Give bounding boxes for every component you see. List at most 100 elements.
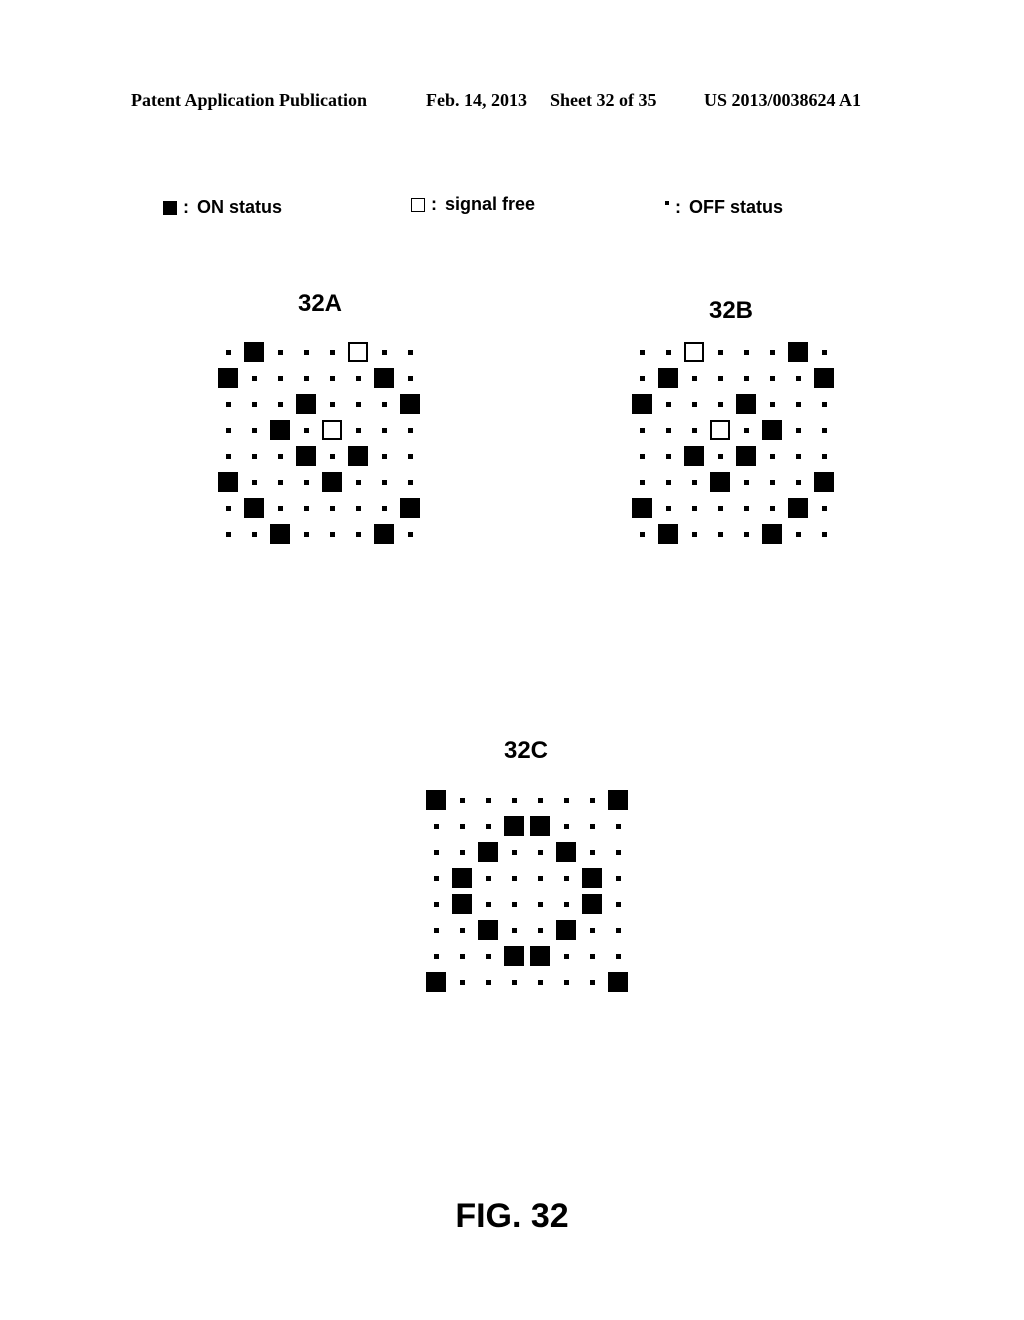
off-status-icon <box>381 401 387 407</box>
legend-item-free: : signal free <box>411 194 535 215</box>
grid-cell <box>397 365 423 391</box>
grid-cell <box>579 787 605 813</box>
grid-cell <box>449 943 475 969</box>
grid-cell <box>759 521 785 547</box>
on-status-icon <box>478 920 498 940</box>
grid-cell <box>811 391 837 417</box>
grid-cell <box>293 521 319 547</box>
grid-cell <box>759 443 785 469</box>
off-status-icon <box>821 505 827 511</box>
grid-cell <box>475 839 501 865</box>
signal-free-icon <box>684 342 704 362</box>
legend-item-on: : ON status <box>163 197 282 218</box>
grid-title-32a: 32A <box>297 290 343 317</box>
signal-free-icon <box>348 342 368 362</box>
grid-cell <box>215 521 241 547</box>
grid-cell <box>293 417 319 443</box>
grid-cell <box>475 813 501 839</box>
off-status-icon <box>485 875 491 881</box>
off-status-icon <box>251 427 257 433</box>
off-status-icon <box>225 505 231 511</box>
grid-cell <box>345 443 371 469</box>
grid-cell <box>397 391 423 417</box>
off-status-icon <box>303 479 309 485</box>
off-status-icon <box>717 349 723 355</box>
off-status-icon <box>639 479 645 485</box>
grid-32c <box>423 787 631 995</box>
grid-cell <box>629 391 655 417</box>
off-status-icon <box>795 401 801 407</box>
grid-cell <box>655 469 681 495</box>
grid-cell <box>293 469 319 495</box>
grid-cell <box>319 521 345 547</box>
off-status-icon <box>563 979 569 985</box>
off-status-icon <box>251 531 257 537</box>
grid-cell <box>681 521 707 547</box>
off-status-icon <box>665 453 671 459</box>
on-status-icon <box>218 472 238 492</box>
off-status-icon <box>639 453 645 459</box>
off-status-icon <box>381 427 387 433</box>
off-status-icon <box>303 375 309 381</box>
on-status-icon <box>608 790 628 810</box>
off-status-icon <box>537 979 543 985</box>
on-status-icon <box>608 972 628 992</box>
off-status-icon <box>355 427 361 433</box>
off-status-icon <box>743 505 749 511</box>
grid-cell <box>681 495 707 521</box>
grid-cell <box>733 469 759 495</box>
on-status-icon <box>374 524 394 544</box>
off-status-icon <box>639 349 645 355</box>
legend-separator: : <box>675 197 681 217</box>
grid-cell <box>655 365 681 391</box>
grid-cell <box>707 417 733 443</box>
grid-cell <box>267 443 293 469</box>
off-status-icon <box>511 979 517 985</box>
grid-cell <box>629 443 655 469</box>
grid-cell <box>655 521 681 547</box>
off-status-icon <box>485 823 491 829</box>
on-status-icon <box>504 816 524 836</box>
grid-cell <box>579 891 605 917</box>
grid-cell <box>605 813 631 839</box>
grid-cell <box>629 417 655 443</box>
grid-cell <box>423 943 449 969</box>
off-status-icon <box>459 849 465 855</box>
off-status-icon <box>407 375 413 381</box>
on-status-icon <box>322 472 342 492</box>
legend: : ON status : signal free : OFF status <box>0 194 1024 221</box>
off-status-icon <box>407 427 413 433</box>
off-status-icon <box>795 453 801 459</box>
off-status-icon <box>769 349 775 355</box>
off-status-icon <box>691 401 697 407</box>
grid-cell <box>241 521 267 547</box>
grid-cell <box>501 917 527 943</box>
grid-cell <box>215 495 241 521</box>
off-status-icon <box>769 453 775 459</box>
on-status-icon <box>296 394 316 414</box>
grid-cell <box>605 865 631 891</box>
grid-cell <box>319 339 345 365</box>
off-status-icon <box>511 797 517 803</box>
on-status-icon <box>762 420 782 440</box>
off-status-icon <box>459 797 465 803</box>
grid-cell <box>759 495 785 521</box>
on-status-icon <box>788 498 808 518</box>
grid-cell <box>811 339 837 365</box>
grid-cell <box>293 495 319 521</box>
grid-cell <box>215 339 241 365</box>
off-status-icon <box>329 375 335 381</box>
on-status-icon <box>556 920 576 940</box>
grid-cell <box>759 365 785 391</box>
off-status-icon <box>225 349 231 355</box>
grid-cell <box>449 787 475 813</box>
grid-cell <box>423 839 449 865</box>
grid-cell <box>527 969 553 995</box>
off-status-icon <box>329 453 335 459</box>
off-status-icon <box>563 953 569 959</box>
off-status-icon <box>355 479 361 485</box>
off-status-icon <box>511 901 517 907</box>
off-status-icon <box>459 979 465 985</box>
grid-cell <box>707 339 733 365</box>
grid-cell <box>501 839 527 865</box>
